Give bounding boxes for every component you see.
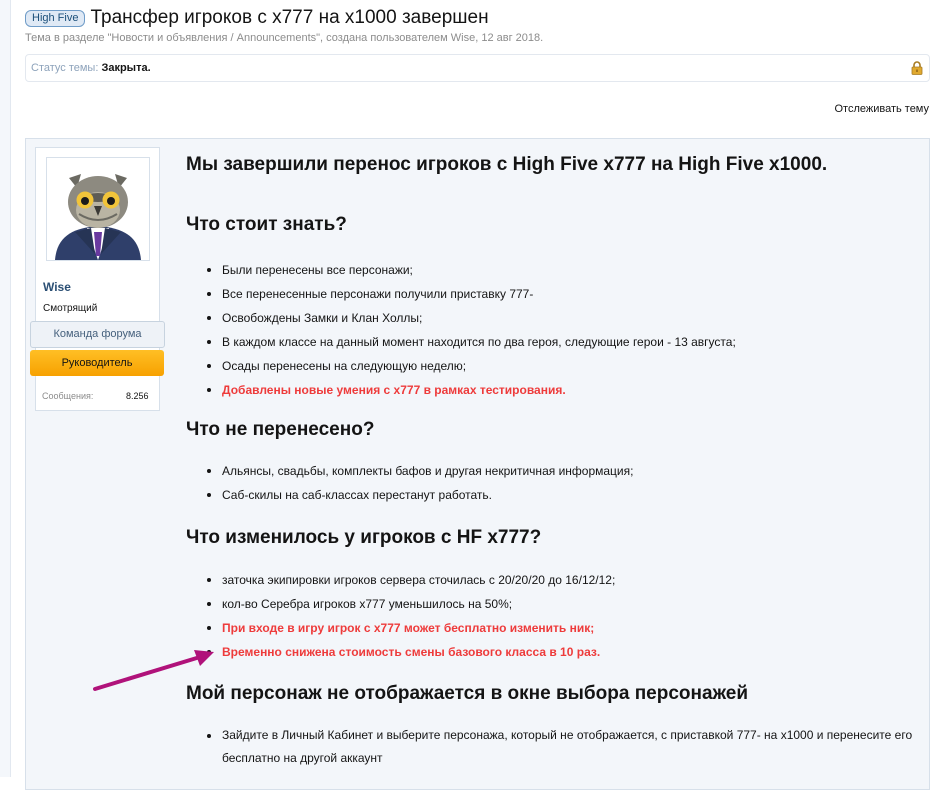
page-left-border	[0, 0, 11, 777]
thread-status: Статус темы: Закрыта.	[31, 62, 151, 74]
list-item: Освобождены Замки и Клан Холлы;	[186, 306, 736, 330]
list-not-transferred: Альянсы, свадьбы, комплекты бафов и друг…	[186, 459, 633, 507]
list-item-highlight: Добавлены новые умения с x777 в рамках т…	[186, 378, 736, 402]
list-item-highlight: При входе в игру игрок с x777 может бесп…	[186, 616, 615, 640]
thread-description: Тема в разделе "Новости и объявления / A…	[25, 32, 544, 44]
list-item: Были перенесены все персонажи;	[186, 258, 736, 282]
section-heading-what-to-know: Что стоит знать?	[186, 214, 347, 235]
watch-thread-link[interactable]: Отслеживать тему	[834, 103, 929, 115]
post-heading: Мы завершили перенос игроков с High Five…	[186, 154, 828, 175]
list-item: Осады перенесены на следующую неделю;	[186, 354, 736, 378]
thread-status-bar: Статус темы: Закрыта.	[25, 54, 930, 82]
list-item: Саб-скилы на саб-классах перестанут рабо…	[186, 483, 633, 507]
messages-count-label: Сообщения:	[42, 391, 94, 401]
lock-icon	[911, 61, 923, 75]
page-title: Трансфер игроков с x777 на x1000 заверше…	[90, 7, 489, 28]
list-item: Зайдите в Личный Кабинет и выберите перс…	[186, 724, 926, 770]
list-item-highlight: Временно снижена стоимость смены базовог…	[186, 640, 615, 664]
messages-count-value[interactable]: 8.256	[126, 391, 149, 401]
status-label: Статус темы:	[31, 62, 99, 74]
status-value: Закрыта.	[101, 62, 151, 74]
user-banner-team: Команда форума	[30, 321, 165, 348]
list-character-missing: Зайдите в Личный Кабинет и выберите перс…	[186, 724, 926, 770]
thread-prefix-badge[interactable]: High Five	[25, 9, 86, 27]
owl-avatar-icon	[47, 158, 149, 260]
section-heading-changes: Что изменилось у игроков с HF x777?	[186, 527, 542, 548]
list-what-to-know: Были перенесены все персонажи; Все перен…	[186, 258, 736, 402]
list-changes: заточка экипировки игроков сервера сточи…	[186, 568, 615, 664]
author-username[interactable]: Wise	[43, 280, 71, 294]
list-item: заточка экипировки игроков сервера сточи…	[186, 568, 615, 592]
annotation-arrow	[93, 650, 214, 691]
list-item: Все перенесенные персонажи получили прис…	[186, 282, 736, 306]
author-title: Смотрящий	[43, 303, 98, 314]
list-item: Альянсы, свадьбы, комплекты бафов и друг…	[186, 459, 633, 483]
section-heading-character-missing: Мой персонаж не отображается в окне выбо…	[186, 683, 749, 704]
user-banner-role: Руководитель	[30, 350, 164, 376]
avatar[interactable]	[46, 157, 150, 261]
thread-title-row: High Five Трансфер игроков с x777 на x10…	[25, 7, 489, 29]
list-item: кол-во Серебра игроков x777 уменьшилось …	[186, 592, 615, 616]
section-heading-not-transferred: Что не перенесено?	[186, 419, 375, 440]
list-item: В каждом классе на данный момент находит…	[186, 330, 736, 354]
